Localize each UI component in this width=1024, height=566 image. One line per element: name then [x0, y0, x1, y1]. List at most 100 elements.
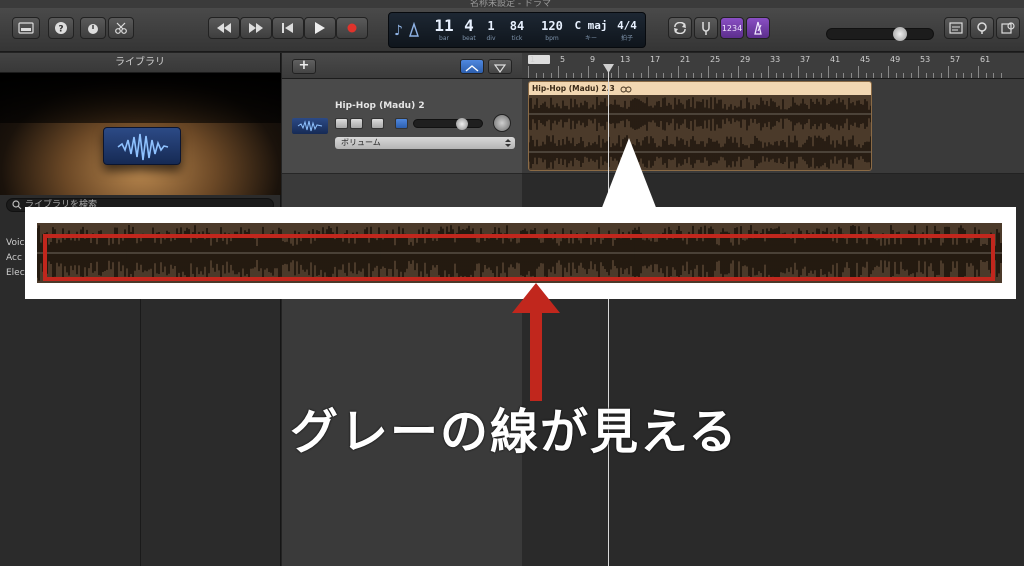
tuner-button[interactable] — [694, 17, 718, 39]
annotation-arrow-icon — [512, 283, 560, 401]
notepad-icon — [949, 22, 963, 34]
play-icon — [315, 22, 325, 34]
timeline-ruler[interactable]: 1 5 9 13 17 21 25 29 33 37 41 45 49 53 57 61 — [522, 53, 1024, 79]
track-lane[interactable]: Hip-Hop (Madu) 2.3 — [522, 79, 1024, 174]
lcd-display[interactable]: ♪ 11 bar 4 beat 1 div 84 tick 120 bpm C … — [388, 12, 646, 48]
lcd-bar-label: bar — [439, 35, 449, 42]
solo-button[interactable] — [350, 118, 363, 129]
ruler-tick — [685, 73, 687, 78]
record-enable-button[interactable] — [371, 118, 384, 129]
lcd-key-value: C maj — [574, 19, 608, 32]
lcd-time-signature-label: 拍子 — [620, 35, 633, 42]
ruler-tick — [648, 66, 649, 78]
ruler-tick — [783, 73, 784, 78]
filter-icon — [493, 64, 507, 74]
ruler-bar-number: 25 — [710, 55, 721, 64]
catch-playhead-button[interactable] — [460, 59, 484, 74]
ruler-tick — [565, 73, 567, 78]
automation-parameter-value: ボリューム — [341, 138, 381, 147]
ruler-bar-number: 37 — [800, 55, 811, 64]
cycle-button[interactable] — [668, 17, 692, 39]
ruler-tick — [1000, 73, 1002, 78]
track-volume-knob[interactable] — [456, 118, 468, 130]
track-header[interactable]: Hip-Hop (Madu) 2 ボリューム — [282, 79, 522, 174]
ruler-tick — [985, 73, 987, 78]
track-volume-slider[interactable] — [413, 118, 483, 130]
svg-text:?: ? — [58, 25, 63, 35]
ruler-tick — [640, 73, 642, 78]
track-headers-toolbar: + — [282, 53, 522, 79]
lcd-tempo[interactable]: 120 bpm — [537, 17, 567, 43]
fast-forward-icon — [249, 23, 263, 33]
loop-browser-button[interactable] — [970, 17, 994, 39]
go-to-beginning-icon — [282, 23, 293, 33]
ruler-tick — [655, 73, 657, 78]
ruler-tick — [633, 73, 634, 78]
ruler-tick — [663, 73, 664, 78]
ruler-tick — [880, 73, 882, 78]
track-filter-button[interactable] — [488, 59, 512, 74]
ruler-tick — [535, 73, 537, 78]
region-name: Hip-Hop (Madu) 2.3 — [529, 82, 871, 95]
ruler-tick — [603, 73, 604, 78]
ruler-tick — [858, 66, 859, 78]
lcd-div-value: 1 — [487, 19, 495, 33]
rewind-button[interactable] — [208, 17, 240, 39]
annotation-caption: グレーの線が見える — [290, 404, 739, 460]
ruler-tick — [888, 66, 889, 78]
lcd-time-signature[interactable]: 4/4 拍子 — [613, 17, 641, 43]
ruler-tick — [580, 73, 582, 78]
title-bar: 名称未設定 - ドラマ — [0, 0, 1024, 9]
lcd-tick: 84 tick — [505, 17, 529, 43]
smart-controls-button[interactable] — [80, 17, 106, 39]
notepad-button[interactable] — [944, 17, 968, 39]
metronome-icon — [754, 21, 762, 35]
track-pan-knob[interactable] — [493, 114, 511, 132]
annotation-callout-triangle — [601, 138, 657, 210]
fast-forward-button[interactable] — [240, 17, 272, 39]
playhead-handle-icon[interactable] — [603, 64, 614, 73]
lcd-key[interactable]: C maj キー — [573, 17, 609, 43]
lcd-tick-value: 84 — [509, 19, 525, 33]
record-button[interactable] — [336, 17, 368, 39]
stage-backdrop — [0, 73, 281, 123]
media-browser-button[interactable] — [996, 17, 1020, 39]
help-button[interactable]: ? — [48, 17, 74, 39]
record-icon — [347, 23, 357, 33]
region-name-label: Hip-Hop (Madu) 2.3 — [532, 84, 615, 93]
ruler-tick — [843, 73, 844, 78]
master-volume-knob[interactable] — [893, 27, 907, 41]
ruler-tick — [790, 73, 792, 78]
ruler-tick — [865, 73, 867, 78]
ruler-bar-number: 17 — [650, 55, 661, 64]
count-in-button[interactable]: 1234 — [720, 17, 744, 39]
ruler-tick — [820, 73, 822, 78]
ruler-bar-number: 9 — [590, 55, 596, 64]
library-column-divider — [140, 283, 141, 566]
ruler-tick — [625, 73, 627, 78]
help-icon: ? — [55, 22, 67, 35]
master-volume-slider[interactable] — [826, 27, 934, 41]
add-track-button[interactable]: + — [292, 59, 316, 74]
track-name[interactable]: Hip-Hop (Madu) 2 — [335, 101, 425, 111]
play-button[interactable] — [304, 17, 336, 39]
scissors-icon — [115, 22, 127, 34]
lcd-key-label: キー — [584, 35, 597, 42]
ruler-tick — [993, 73, 994, 78]
ruler-tick — [828, 66, 829, 78]
go-to-beginning-button[interactable] — [272, 17, 304, 39]
mute-button[interactable] — [335, 118, 348, 129]
ruler-bar-number: 45 — [860, 55, 871, 64]
ruler-tick — [693, 73, 694, 78]
ruler-tick — [573, 73, 574, 78]
lcd-beat-value: 4 — [464, 16, 474, 35]
audio-region[interactable]: Hip-Hop (Madu) 2.3 — [528, 81, 872, 171]
metronome-button[interactable] — [746, 17, 770, 39]
garageband-window: 名称未設定 - ドラマ ? ♪ 11 bar 4 beat 1 div 84 t… — [0, 0, 1024, 566]
automation-parameter-select[interactable]: ボリューム — [335, 137, 515, 149]
library-header: ライブラリ — [0, 53, 280, 73]
ruler-tick — [528, 66, 529, 78]
library-button[interactable] — [12, 17, 40, 39]
input-monitor-button[interactable] — [395, 118, 408, 129]
editors-button[interactable] — [108, 17, 134, 39]
